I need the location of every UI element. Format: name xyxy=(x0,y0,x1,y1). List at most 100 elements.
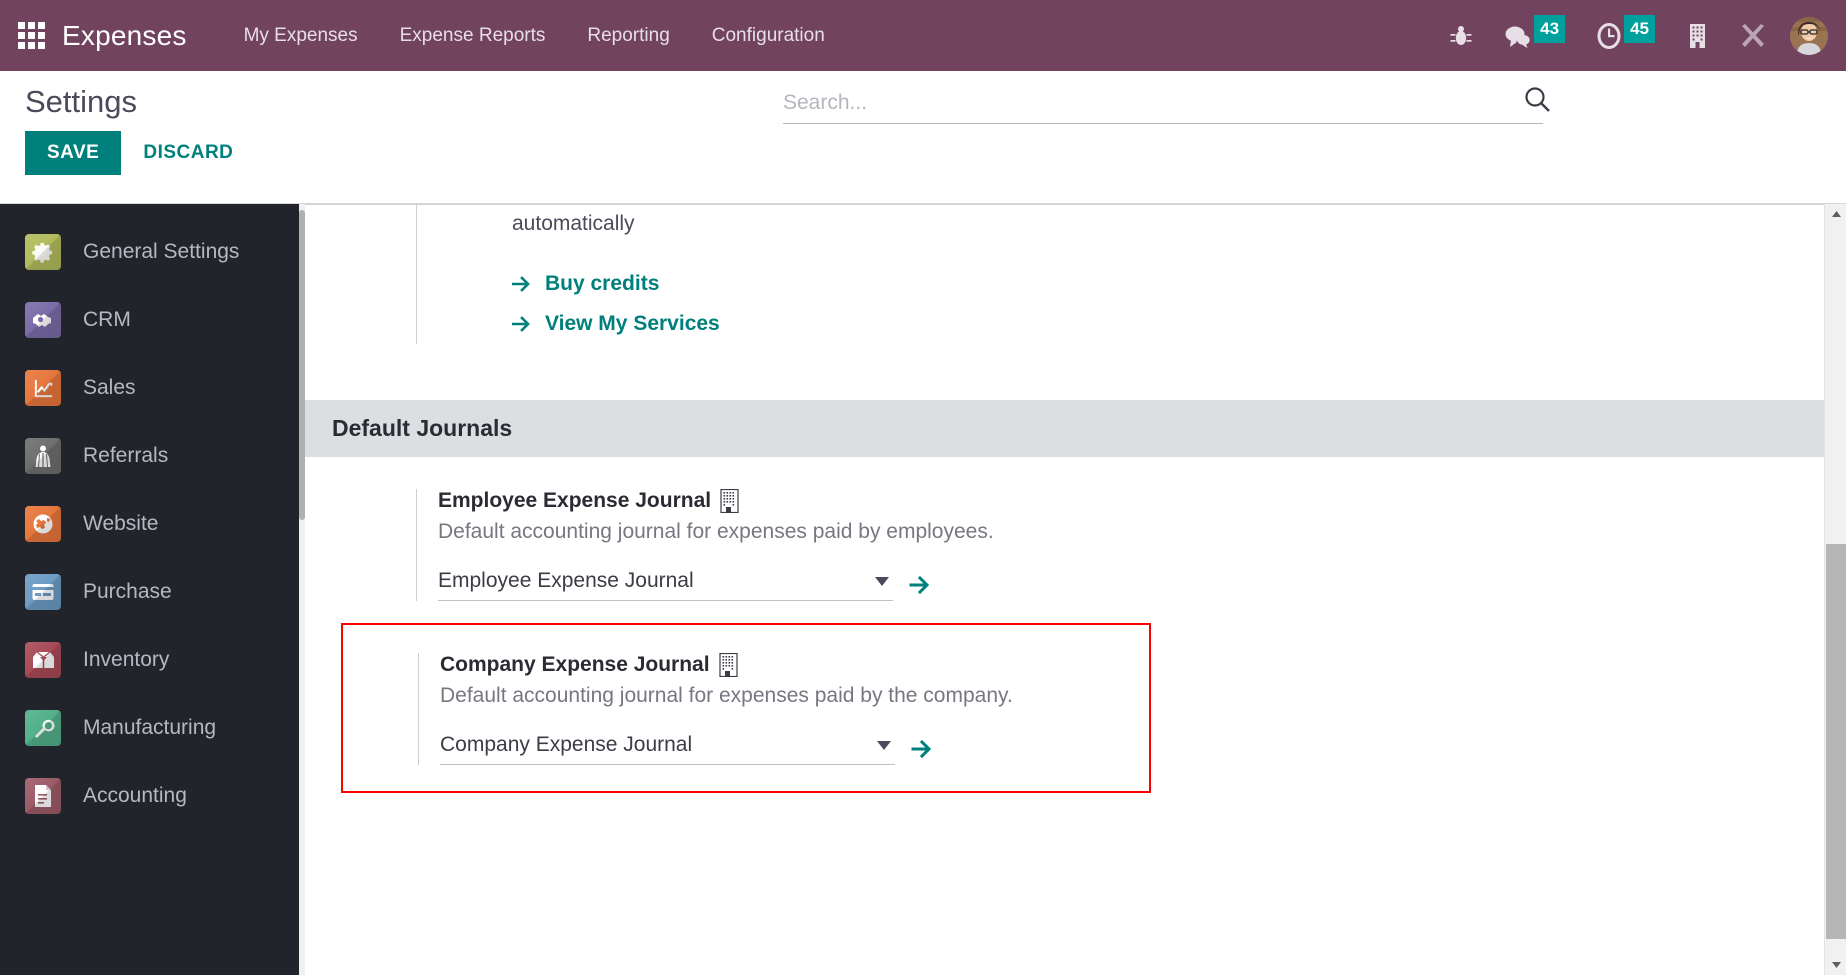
sidebar-item-referrals[interactable]: Referrals xyxy=(0,422,305,490)
employee-journal-internal-link[interactable] xyxy=(909,574,933,596)
bug-icon xyxy=(1450,25,1472,45)
scroll-up-arrow-icon xyxy=(1831,211,1841,217)
sidebar-item-website[interactable]: Website xyxy=(0,490,305,558)
document-icon xyxy=(25,778,61,814)
apps-menu-toggle[interactable] xyxy=(0,0,62,71)
app-brand-expenses[interactable]: Expenses xyxy=(62,20,187,52)
search-bar xyxy=(783,87,1550,124)
sidebar-item-label: Referrals xyxy=(83,444,169,467)
save-button[interactable]: SAVE xyxy=(25,131,122,176)
gear-icon xyxy=(25,234,61,270)
sidebar-item-label: Website xyxy=(83,512,159,535)
iap-tail-text: automatically xyxy=(512,212,635,235)
discard-button[interactable]: DISCARD xyxy=(121,131,255,175)
buy-credits-link[interactable]: Buy credits xyxy=(545,272,659,296)
company-journal-title: Company Expense Journal xyxy=(440,653,1149,677)
sidebar-item-general-settings[interactable]: General Settings xyxy=(0,218,305,286)
sidebar-item-inventory[interactable]: Inventory xyxy=(0,626,305,694)
content-scrollbar-thumb[interactable] xyxy=(1826,544,1846,939)
section-header-default-journals: Default Journals xyxy=(305,400,1846,457)
bug-report-button[interactable] xyxy=(1434,0,1488,71)
employee-journal-help: Default accounting journal for expenses … xyxy=(438,520,994,543)
company-journal-internal-link[interactable] xyxy=(911,738,935,760)
wrench-icon xyxy=(25,710,61,746)
scroll-up-button[interactable] xyxy=(1825,204,1846,224)
menu-item-expense-reports[interactable]: Expense Reports xyxy=(379,0,567,71)
form-action-buttons: SAVE DISCARD xyxy=(0,131,1846,176)
company-journal-help: Default accounting journal for expenses … xyxy=(440,684,1013,707)
content-inner: automatically Buy credits View My Servic… xyxy=(305,204,1846,793)
settings-sidebar: General Settings CRM Sales Referrals Web xyxy=(0,204,305,975)
company-building-icon xyxy=(1690,23,1705,48)
sidebar-item-label: General Settings xyxy=(83,240,240,263)
sidebar-item-sales[interactable]: Sales xyxy=(0,354,305,422)
sidebar-item-manufacturing[interactable]: Manufacturing xyxy=(0,694,305,762)
employee-journal-title: Employee Expense Journal xyxy=(438,489,1176,513)
messages-icon xyxy=(1505,26,1530,48)
top-navbar: Expenses My Expenses Expense Reports Rep… xyxy=(0,0,1846,71)
employee-journal-title-text: Employee Expense Journal xyxy=(438,489,712,512)
company-building-icon xyxy=(718,653,738,677)
employee-journal-input-row: Employee Expense Journal xyxy=(438,569,1176,601)
line-chart-icon xyxy=(25,370,61,406)
menu-item-my-expenses[interactable]: My Expenses xyxy=(223,0,379,71)
open-box-icon xyxy=(25,642,61,678)
chevron-down-icon[interactable] xyxy=(877,740,891,750)
avatar[interactable] xyxy=(1790,16,1828,55)
buy-credits-row: Buy credits xyxy=(512,264,1810,304)
sidebar-item-purchase[interactable]: Purchase xyxy=(0,558,305,626)
sidebar-item-crm[interactable]: CRM xyxy=(0,286,305,354)
sidebar-item-label: Sales xyxy=(83,376,136,399)
employee-journal-select[interactable]: Employee Expense Journal xyxy=(438,569,893,601)
messages-badge-count: 43 xyxy=(1534,14,1566,43)
sidebar-item-label: Manufacturing xyxy=(83,716,217,739)
employee-journal-value: Employee Expense Journal xyxy=(438,569,694,592)
activities-badge-count: 45 xyxy=(1624,14,1655,43)
arrow-right-icon xyxy=(512,316,530,332)
company-journal-input-row: Company Expense Journal xyxy=(440,733,1149,765)
messages-button[interactable]: 43 xyxy=(1488,0,1581,71)
iap-setting-block: automatically Buy credits View My Servic… xyxy=(416,204,1810,344)
sidebar-item-label: Accounting xyxy=(83,784,187,807)
setting-company-expense-journal: Company Expense Journal Default accounti… xyxy=(343,625,1149,765)
developer-tools-button[interactable] xyxy=(1724,0,1782,71)
company-building-icon xyxy=(720,489,739,513)
page-title: Settings xyxy=(25,84,138,119)
scroll-down-arrow-icon xyxy=(1831,962,1841,968)
control-panel: Settings SAVE DISCARD xyxy=(0,71,1846,204)
search-icon xyxy=(1525,87,1550,112)
search-input[interactable] xyxy=(783,91,1543,115)
search-button[interactable] xyxy=(1523,85,1551,118)
handshake-icon xyxy=(25,302,61,338)
systray: 43 45 xyxy=(1434,0,1828,71)
sidebar-item-label: CRM xyxy=(83,308,131,331)
journal-field: Company Expense Journal Default accounti… xyxy=(418,653,1149,765)
company-journal-title-text: Company Expense Journal xyxy=(440,653,710,676)
developer-tools-icon xyxy=(1742,23,1764,47)
sidebar-item-accounting[interactable]: Accounting xyxy=(0,762,305,830)
content-scrollbar[interactable] xyxy=(1824,204,1846,975)
activities-clock-icon xyxy=(1597,22,1621,49)
menu-item-configuration[interactable]: Configuration xyxy=(691,0,846,71)
view-my-services-row: View My Services xyxy=(512,304,1810,344)
menu-item-reporting[interactable]: Reporting xyxy=(566,0,690,71)
company-journal-select[interactable]: Company Expense Journal xyxy=(440,733,895,765)
sidebar-item-label: Inventory xyxy=(83,648,170,671)
person-cape-icon xyxy=(25,438,61,474)
company-switcher-button[interactable] xyxy=(1671,0,1724,71)
apps-grid-icon xyxy=(17,22,45,49)
sidebar-item-label: Purchase xyxy=(83,580,172,603)
company-journal-value: Company Expense Journal xyxy=(440,733,693,756)
company-expense-journal-highlight: Company Expense Journal Default accounti… xyxy=(341,623,1151,793)
main-menu: My Expenses Expense Reports Reporting Co… xyxy=(223,0,846,71)
view-my-services-link[interactable]: View My Services xyxy=(545,312,720,336)
chevron-down-icon[interactable] xyxy=(875,576,889,586)
activities-button[interactable]: 45 xyxy=(1581,0,1671,71)
avatar-image xyxy=(1790,16,1828,55)
setting-employee-expense-journal: Employee Expense Journal Default account… xyxy=(323,457,1810,601)
scroll-down-button[interactable] xyxy=(1825,955,1846,975)
settings-content: automatically Buy credits View My Servic… xyxy=(305,204,1846,975)
credit-card-icon xyxy=(25,574,61,610)
globe-icon xyxy=(25,506,61,542)
workspace: General Settings CRM Sales Referrals Web xyxy=(0,204,1846,975)
